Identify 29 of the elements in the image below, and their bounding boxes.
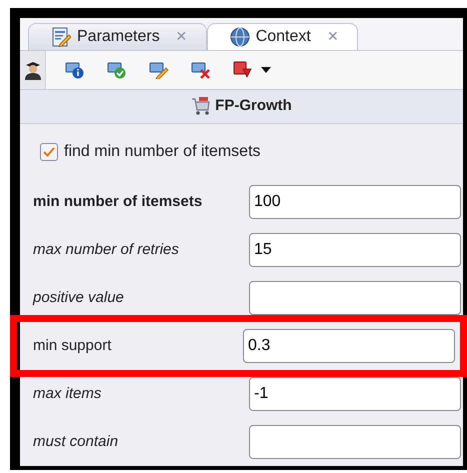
parameter-field[interactable]: 15	[249, 233, 461, 267]
check-icon	[43, 147, 55, 157]
checkbox[interactable]	[40, 143, 58, 161]
parameter-field[interactable]	[249, 281, 461, 315]
down-arrow-icon	[233, 60, 253, 79]
caret-icon	[261, 66, 271, 73]
parameter-field[interactable]: 0.3	[243, 329, 455, 363]
tab[interactable]: Parameters ✕	[28, 22, 207, 50]
info-icon	[65, 60, 85, 79]
globe-icon	[230, 26, 250, 47]
person-icon	[24, 60, 42, 80]
delete-icon	[191, 60, 211, 79]
parameter-label: must contain	[33, 432, 120, 452]
check-icon	[107, 60, 127, 79]
parameter-label: max number of retries	[33, 240, 180, 260]
operator-title-bar: FP-Growth	[20, 90, 463, 124]
toolbar-button[interactable]	[20, 50, 46, 89]
tab[interactable]: Context ✕	[206, 22, 358, 50]
parameter-field[interactable]: 100	[249, 185, 461, 219]
cart-icon	[191, 96, 212, 116]
parameter-label: positive value	[33, 288, 125, 308]
checkbox-label: find min number of itemsets	[64, 142, 261, 162]
parameter-label: min support	[33, 336, 112, 356]
pencil-icon	[149, 60, 169, 79]
parameter-label: min number of itemsets	[33, 192, 204, 212]
parameter-field[interactable]: -1	[249, 377, 461, 411]
form-pencil-icon	[51, 26, 71, 47]
parameter-field[interactable]	[249, 425, 461, 459]
parameter-label: max items	[33, 384, 102, 404]
